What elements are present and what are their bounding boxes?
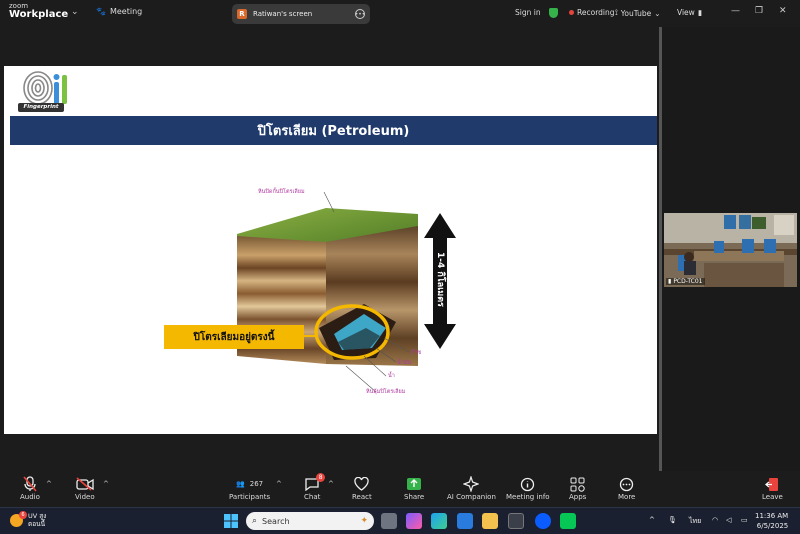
more-button[interactable]: More — [618, 475, 635, 501]
meeting-room-video — [664, 213, 797, 287]
line-app-icon[interactable] — [560, 513, 576, 529]
chat-button[interactable]: 8 Chat — [304, 473, 326, 501]
presentation-slide: Fingerprint ปิโตรเลียม (Petroleum) 1-4 ก… — [4, 66, 657, 434]
copilot-sparkle-icon: ✦ — [360, 516, 368, 526]
restore-icon[interactable]: ❐ — [755, 6, 763, 16]
minimize-icon[interactable]: — — [731, 6, 740, 16]
react-button[interactable]: React — [352, 475, 372, 501]
source-rock-label: หินอุ้มปิโตรเลียม — [366, 389, 406, 395]
search-icon: ⌕ — [252, 516, 258, 526]
sun-icon: 6 — [10, 510, 27, 527]
petroleum-here-label: ปิโตรเลียมอยู่ตรงนี้ — [164, 325, 304, 349]
video-options-chevron-icon[interactable]: ^ — [103, 480, 109, 488]
microphone-tray-icon[interactable]: 🎙 — [668, 516, 677, 524]
input-language[interactable]: ไทย — [689, 516, 701, 527]
participants-options-chevron-icon[interactable]: ^ — [276, 480, 282, 488]
petroleum-cross-section-illustration — [237, 191, 456, 393]
video-button[interactable]: Video — [75, 475, 95, 501]
chat-icon: 8 — [304, 473, 326, 493]
record-dot-icon — [569, 10, 574, 15]
participants-icon: 👥 — [236, 480, 245, 488]
copilot-icon[interactable] — [406, 513, 422, 529]
recording-indicator[interactable]: Recording — [569, 8, 615, 17]
more-dots-icon — [619, 475, 634, 493]
video-off-icon — [76, 475, 94, 493]
mail-icon[interactable] — [457, 513, 473, 529]
meeting-tab[interactable]: 🐾 Meeting — [96, 7, 142, 16]
water-label: น้ำ — [388, 373, 395, 379]
file-explorer-icon[interactable] — [482, 513, 498, 529]
share-button[interactable]: Share — [404, 475, 424, 501]
broadcast-icon: ⟟ — [615, 8, 618, 17]
meeting-toolbar: Audio ^ Video ^ 👥 267 Participants ^ 8 C… — [0, 471, 800, 507]
active-app-icon[interactable] — [508, 513, 524, 529]
search-placeholder: Search — [262, 516, 290, 526]
participant-video-tile[interactable]: ▮ PCD-TC01 — [664, 213, 797, 287]
weather-line2: ตอนนี้ — [28, 520, 46, 528]
windows-taskbar: 6 UV สูง ตอนนี้ ⌕ Search ✦ ^ 🎙 ไทย ◠ ◁ ▭… — [0, 507, 800, 534]
participant-name-tag: ▮ PCD-TC01 — [666, 278, 705, 285]
sign-in-button[interactable]: Sign in — [515, 8, 541, 17]
meeting-label: Meeting — [109, 7, 143, 16]
tray-overflow-chevron-icon[interactable]: ^ — [649, 516, 655, 524]
taskbar-clock[interactable]: 11:36 AM 6/5/2025 — [755, 511, 788, 531]
task-view-icon[interactable] — [381, 513, 397, 529]
oil-label: น้ำมัน — [397, 360, 412, 366]
brand-line2: Workplace — [9, 9, 69, 20]
taskbar-search-box[interactable]: ⌕ Search ✦ — [246, 512, 374, 530]
wifi-icon[interactable]: ◠ — [712, 516, 718, 524]
windows-start-icon[interactable] — [223, 513, 239, 529]
heart-icon — [354, 475, 370, 493]
apps-button[interactable]: Apps — [569, 475, 586, 501]
share-title: Ratiwan's screen — [253, 10, 313, 18]
youtube-live-button[interactable]: ⟟ YouTube ⌄ — [615, 8, 661, 18]
muted-microphone-icon — [23, 475, 37, 493]
more-options-icon[interactable]: ••• — [355, 9, 365, 19]
info-icon — [520, 475, 535, 493]
battery-icon[interactable]: ▭ — [741, 516, 748, 524]
audio-options-chevron-icon[interactable]: ^ — [46, 480, 52, 488]
signal-bars-icon: ▮ — [668, 278, 672, 285]
meeting-info-button[interactable]: Meeting info — [506, 475, 550, 501]
zoom-workplace-logo[interactable]: zoom Workplace — [9, 3, 68, 20]
share-screen-icon — [406, 475, 422, 493]
weather-line1: UV สูง — [28, 512, 47, 520]
chevron-down-icon[interactable]: ⌄ — [71, 7, 79, 17]
sparkle-icon — [463, 475, 480, 493]
security-shield-icon[interactable] — [549, 8, 558, 18]
cap-rock-label: หินปิดกั้นปิโตรเลียม — [258, 189, 305, 195]
view-layout-icon: ▮ — [697, 8, 702, 17]
view-button[interactable]: View ▮ — [677, 8, 702, 17]
clock-time: 11:36 AM — [755, 512, 789, 520]
leave-button[interactable]: Leave — [762, 475, 783, 501]
chat-unread-badge: 8 — [316, 473, 326, 482]
depth-label: 1-4 กิโลเมตร — [435, 252, 445, 307]
chat-options-chevron-icon[interactable]: ^ — [328, 480, 334, 488]
chevron-down-icon: ⌄ — [654, 8, 661, 18]
close-icon[interactable]: ✕ — [779, 6, 787, 16]
weather-widget[interactable]: 6 UV สูง ตอนนี้ — [10, 510, 47, 528]
ai-companion-button[interactable]: AI Companion — [447, 475, 496, 501]
leave-door-icon — [765, 475, 779, 493]
panel-resize-handle[interactable] — [659, 27, 662, 471]
weather-badge: 6 — [19, 510, 27, 519]
participants-button[interactable]: 👥 267 Participants — [229, 475, 270, 501]
apps-grid-icon — [570, 475, 585, 493]
sharer-avatar: R — [237, 9, 247, 19]
paw-icon: 🐾 — [96, 7, 106, 16]
gas-label: ก๊าซ — [411, 350, 422, 356]
audio-button[interactable]: Audio — [20, 475, 40, 501]
speaker-icon[interactable]: ◁ — [726, 516, 731, 524]
zoom-title-bar: zoom Workplace ⌄ 🐾 Meeting R Ratiwan's s… — [0, 0, 800, 27]
participant-count: 267 — [249, 480, 264, 488]
screen-share-pill[interactable]: R Ratiwan's screen ••• — [232, 4, 370, 24]
edge-browser-icon[interactable] — [431, 513, 447, 529]
zoom-app-icon[interactable] — [535, 513, 551, 529]
clock-date: 6/5/2025 — [756, 522, 789, 530]
